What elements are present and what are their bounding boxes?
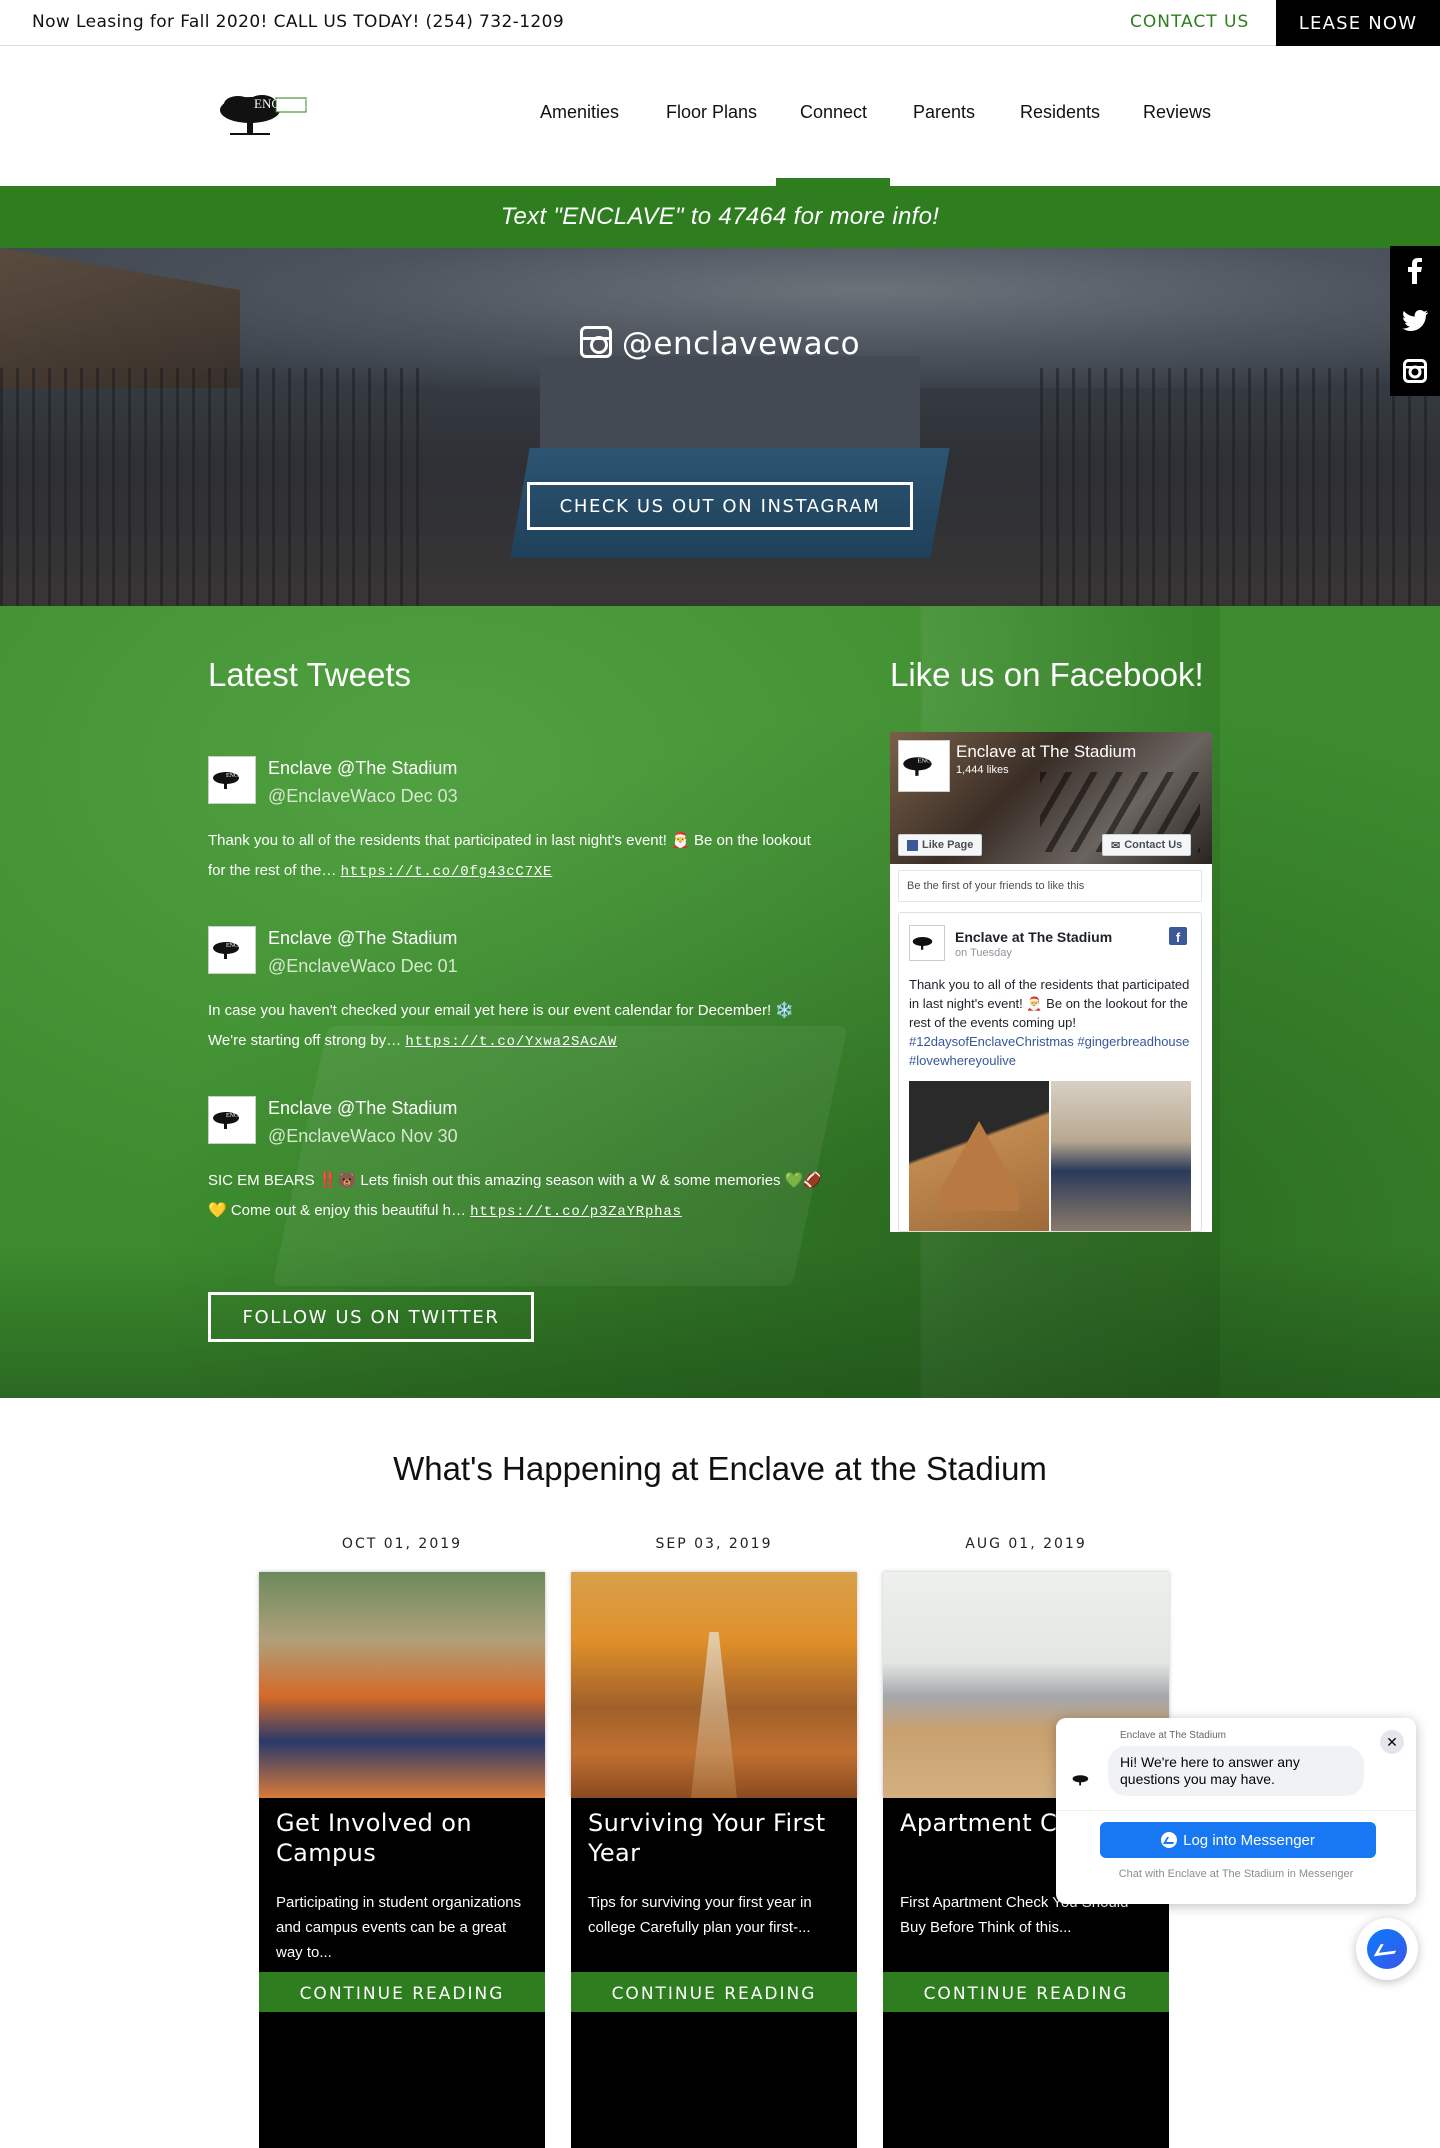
facebook-page-avatar[interactable]: ENCLAVE	[898, 740, 950, 792]
latest-tweets-heading: Latest Tweets	[208, 656, 412, 693]
instagram-hero: @enclavewaco CHECK US OUT ON INSTAGRAM	[0, 248, 1440, 606]
nav-active-indicator	[776, 178, 890, 186]
contact-us-link[interactable]: CONTACT US	[1130, 12, 1249, 32]
facebook-icon: f	[1169, 927, 1187, 945]
news-card: SEP 03, 2019 Surviving Your First Year T…	[571, 1536, 857, 2148]
nav-floor-plans[interactable]: Floor Plans	[666, 102, 757, 123]
tweet-link[interactable]: https://t.co/Yxwa2SAcAW	[405, 1034, 617, 1050]
post-text: Thank you to all of the residents that p…	[909, 977, 1190, 1068]
social-sidebar	[1390, 246, 1440, 396]
post-time: on Tuesday	[955, 947, 1012, 959]
news-panel: Surviving Your First Year Tips for survi…	[571, 1798, 857, 2148]
svg-text:ENCLAVE: ENCLAVE	[226, 943, 252, 949]
nav-residents[interactable]: Residents	[1020, 102, 1100, 123]
news-heading: What's Happening at Enclave at the Stadi…	[393, 1450, 1047, 1487]
lease-now-button[interactable]: LEASE NOW	[1276, 0, 1440, 46]
resident-photo[interactable]	[1051, 1081, 1191, 1231]
messenger-launcher-button[interactable]	[1356, 1918, 1418, 1980]
messenger-subtext: Chat with Enclave at The Stadium in Mess…	[1118, 1868, 1354, 1880]
facebook-cover: ENCLAVE Enclave at The Stadium 1,444 lik…	[890, 732, 1212, 864]
news-date: OCT 01, 2019	[341, 1536, 463, 1552]
messenger-page-name: Enclave at The Stadium	[1120, 1730, 1226, 1741]
continue-reading-button[interactable]: CONTINUE READING	[883, 1972, 1169, 2012]
tweet-avatar: ENCLAVE	[208, 1096, 256, 1144]
top-bar: Now Leasing for Fall 2020! CALL US TODAY…	[0, 0, 1440, 46]
news-title[interactable]: Surviving Your First Year	[588, 1808, 848, 1868]
follow-twitter-button[interactable]: FOLLOW US ON TWITTER	[208, 1292, 534, 1342]
news-image[interactable]	[571, 1572, 857, 1798]
main-nav: Amenities Floor Plans Connect Parents Re…	[0, 46, 1440, 186]
continue-reading-button[interactable]: CONTINUE READING	[571, 1972, 857, 2012]
facebook-small-icon	[907, 839, 918, 851]
instagram-icon[interactable]	[1390, 346, 1440, 396]
news-date: SEP 03, 2019	[655, 1536, 773, 1552]
site-header: ENCLAVE Amenities Floor Plans Connect Pa…	[0, 46, 1440, 186]
tweet-avatar: ENCLAVE	[208, 756, 256, 804]
news-excerpt: Participating in student organizations a…	[276, 1894, 522, 1961]
announcement-text: Now Leasing for Fall 2020! CALL US TODAY…	[32, 12, 565, 32]
log-into-messenger-button[interactable]: Log into Messenger	[1100, 1822, 1376, 1858]
facebook-likes-count: 1,444 likes	[956, 764, 1009, 776]
messenger-popup: Enclave at The Stadium ✕ Hi! We're here …	[1056, 1718, 1416, 1904]
envelope-icon: ✉	[1111, 839, 1121, 852]
tweet-link[interactable]: https://t.co/0fg43cC7XE	[341, 864, 553, 880]
tweet-handle-date: @EnclaveWaco Dec 01	[268, 956, 458, 976]
like-page-button[interactable]: Like Page	[898, 834, 983, 856]
nav-connect[interactable]: Connect	[800, 102, 867, 123]
tweet-author: Enclave @The Stadium	[268, 928, 458, 948]
tweet-item: ENCLAVE Enclave @The Stadium @EnclaveWac…	[208, 756, 828, 906]
nav-parents[interactable]: Parents	[913, 102, 975, 123]
instagram-icon	[579, 326, 612, 358]
tweet-handle-date: @EnclaveWaco Dec 03	[268, 786, 458, 806]
contact-us-fb-button[interactable]: ✉ Contact Us	[1102, 834, 1192, 856]
facebook-friends-text: Be the first of your friends to like thi…	[898, 870, 1202, 902]
twitter-icon[interactable]	[1390, 296, 1440, 346]
news-date: AUG 01, 2019	[965, 1536, 1087, 1552]
tweet-avatar: ENCLAVE	[208, 926, 256, 974]
facebook-post: Enclave at The Stadium on Tuesday f Than…	[898, 912, 1202, 1232]
instagram-button[interactable]: CHECK US OUT ON INSTAGRAM	[527, 482, 913, 530]
instagram-handle-text: @enclavewaco	[621, 326, 861, 362]
svg-text:ENCLAVE: ENCLAVE	[917, 758, 946, 765]
messenger-icon	[1367, 1929, 1407, 1969]
tweet-author: Enclave @The Stadium	[268, 1098, 458, 1118]
text-info-banner: Text "ENCLAVE" to 47464 for more info!	[0, 186, 1440, 248]
messenger-avatar	[1070, 1766, 1098, 1794]
messenger-icon	[1161, 1832, 1178, 1848]
messenger-divider	[1056, 1810, 1416, 1811]
gingerbread-photo[interactable]	[909, 1081, 1049, 1231]
nav-amenities[interactable]: Amenities	[540, 102, 619, 123]
svg-text:ENCLAVE: ENCLAVE	[226, 773, 252, 779]
tweet-text: Thank you to all of the residents that p…	[208, 832, 811, 880]
news-card: OCT 01, 2019 Get Involved on Campus Part…	[259, 1536, 545, 2148]
tweet-link[interactable]: https://t.co/p3ZaYRphas	[470, 1204, 682, 1220]
news-panel: Get Involved on Campus Participating in …	[259, 1798, 545, 2148]
news-excerpt: Tips for surviving your first year in co…	[588, 1894, 812, 1936]
messenger-greeting: Hi! We're here to answer any questions y…	[1108, 1746, 1364, 1796]
tweet-handle-date: @EnclaveWaco Nov 30	[268, 1126, 458, 1146]
tweet-item: ENCLAVE Enclave @The Stadium @EnclaveWac…	[208, 926, 828, 1076]
news-title[interactable]: Get Involved on Campus	[276, 1808, 536, 1868]
hero-overlay	[0, 248, 1440, 606]
svg-text:ENCLAVE: ENCLAVE	[226, 1113, 252, 1119]
news-section: What's Happening at Enclave at the Stadi…	[0, 1398, 1440, 2148]
news-image[interactable]	[259, 1572, 545, 1798]
tweet-item: ENCLAVE Enclave @The Stadium @EnclaveWac…	[208, 1096, 828, 1246]
tweet-text: SIC EM BEARS ‼️🐻 Lets finish out this am…	[208, 1172, 823, 1220]
tweet-author: Enclave @The Stadium	[268, 758, 458, 778]
nav-reviews[interactable]: Reviews	[1143, 102, 1211, 123]
continue-reading-button[interactable]: CONTINUE READING	[259, 1972, 545, 2012]
tweet-text: In case you haven't checked your email y…	[208, 1002, 795, 1050]
facebook-widget: ENCLAVE Enclave at The Stadium 1,444 lik…	[890, 732, 1212, 1232]
instagram-handle: @enclavewaco	[0, 326, 1440, 362]
close-icon[interactable]: ✕	[1380, 1730, 1404, 1754]
post-avatar[interactable]	[909, 925, 945, 961]
post-author[interactable]: Enclave at The Stadium	[955, 929, 1112, 945]
facebook-heading: Like us on Facebook!	[890, 656, 1204, 693]
facebook-icon[interactable]	[1390, 246, 1440, 296]
post-hashtags[interactable]: #12daysofEnclaveChristmas #gingerbreadho…	[909, 1034, 1189, 1068]
facebook-page-name[interactable]: Enclave at The Stadium	[956, 742, 1136, 762]
